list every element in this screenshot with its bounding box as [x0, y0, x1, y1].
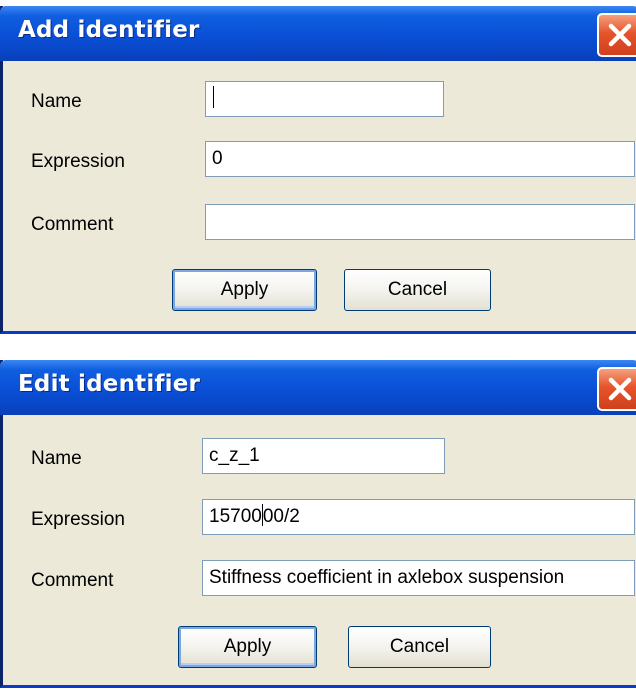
text-caret	[213, 85, 214, 108]
add-dialog-close-button[interactable]	[597, 13, 636, 57]
add-expression-value: 0	[212, 148, 223, 169]
text-caret	[261, 503, 263, 526]
add-cancel-button[interactable]: Cancel	[344, 269, 491, 311]
edit-expression-value-after: 00/2	[262, 506, 300, 527]
add-dialog-title: Add identifier	[18, 17, 200, 43]
add-comment-label: Comment	[31, 214, 114, 235]
edit-apply-button[interactable]: Apply	[178, 626, 317, 668]
edit-comment-value: Stiffness coefficient in axlebox suspens…	[209, 567, 565, 588]
add-expression-label: Expression	[31, 151, 125, 172]
close-icon	[608, 23, 632, 47]
edit-dialog-titlebar[interactable]: Edit identifier	[0, 360, 636, 415]
add-apply-button[interactable]: Apply	[172, 269, 317, 311]
edit-comment-input[interactable]: Stiffness coefficient in axlebox suspens…	[202, 560, 635, 596]
edit-expression-label: Expression	[31, 509, 125, 530]
edit-comment-label: Comment	[31, 570, 114, 591]
edit-dialog-close-button[interactable]	[597, 367, 636, 411]
add-dialog-titlebar[interactable]: Add identifier	[0, 6, 636, 61]
edit-cancel-button[interactable]: Cancel	[348, 626, 491, 668]
add-name-input[interactable]	[205, 81, 444, 117]
edit-expression-input[interactable]: 1570000/2	[202, 499, 635, 535]
add-comment-input[interactable]	[205, 204, 635, 240]
edit-name-input[interactable]: c_z_1	[202, 438, 445, 474]
add-expression-input[interactable]: 0	[205, 141, 635, 177]
edit-dialog-title: Edit identifier	[18, 371, 201, 397]
edit-expression-value-before: 15700	[209, 506, 262, 527]
edit-identifier-dialog: Edit identifier Name c_z_1 Expression 15…	[0, 360, 636, 688]
add-name-label: Name	[31, 91, 82, 112]
close-icon	[608, 377, 632, 401]
edit-name-value: c_z_1	[209, 445, 260, 466]
edit-name-label: Name	[31, 448, 82, 469]
add-identifier-dialog: Add identifier Name Expression 0 Comment…	[0, 6, 636, 334]
